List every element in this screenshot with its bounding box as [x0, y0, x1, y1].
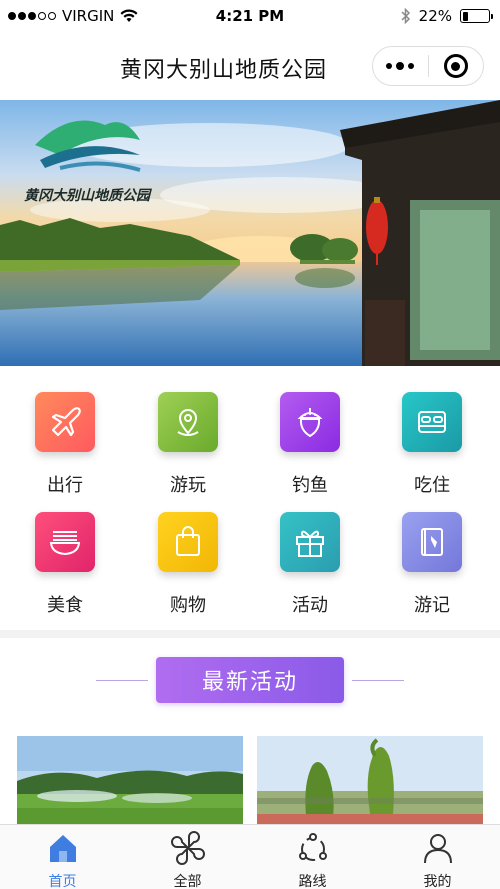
page-title: 黄冈大别山地质公园: [120, 58, 328, 83]
tab-route[interactable]: 路线: [250, 825, 375, 889]
activity-card[interactable]: [17, 736, 243, 824]
grid-item-label: 吃住: [414, 475, 450, 496]
bed-icon: [402, 392, 462, 452]
more-button[interactable]: [373, 47, 428, 85]
latest-activities-button[interactable]: 最新活动: [156, 657, 344, 703]
grid-item-label: 游记: [414, 595, 450, 616]
grid-item-label: 游玩: [170, 475, 206, 496]
category-grid: 出行 游玩 钓鱼 吃住美食 购物 活动 游记: [0, 366, 500, 630]
tab-all-label: 全部: [173, 874, 202, 889]
grid-item[interactable]: 钓鱼: [250, 392, 370, 502]
route-icon: [298, 833, 327, 861]
grid-item[interactable]: 美食: [5, 512, 125, 622]
activity-card[interactable]: [257, 736, 483, 824]
tab-all[interactable]: 全部: [125, 825, 250, 889]
status-bar: VIRGIN 4:21 PM 22%: [0, 0, 500, 32]
battery-percent: 22%: [418, 7, 452, 25]
user-icon: [423, 834, 452, 864]
close-button[interactable]: [428, 47, 483, 85]
grid-item[interactable]: 购物: [128, 512, 248, 622]
latest-activities-section: 最新活动: [0, 638, 500, 728]
grid-item[interactable]: 活动: [250, 512, 370, 622]
bluetooth-icon: [401, 8, 410, 24]
section-line-left: [96, 680, 148, 681]
more-dots-icon: [386, 63, 393, 69]
shopping-bag-icon: [158, 512, 218, 572]
banner-logo-text: 黄冈大别山地质公园: [24, 188, 150, 204]
grid-item-label: 美食: [47, 595, 83, 616]
tab-home-label: 首页: [48, 874, 77, 889]
gift-icon: [280, 512, 340, 572]
grid-item-label: 钓鱼: [292, 475, 328, 496]
activity-image: [257, 736, 483, 824]
noodle-bowl-icon: [35, 512, 95, 572]
battery-level: [462, 11, 468, 21]
home-icon: [49, 835, 76, 862]
tab-home[interactable]: 首页: [0, 825, 125, 889]
grid-petals-icon: [170, 831, 205, 865]
grid-item[interactable]: 出行: [5, 392, 125, 502]
activity-image: [17, 736, 243, 824]
acorn-icon: [280, 392, 340, 452]
banner-image: [0, 100, 500, 366]
map-pin-icon: [158, 392, 218, 452]
section-line-right: [352, 680, 404, 681]
grid-item-label: 购物: [170, 595, 206, 616]
tab-bar: 首页 全部 路线 我的: [0, 824, 500, 889]
activity-list: [0, 728, 500, 824]
grid-item[interactable]: 游玩: [128, 392, 248, 502]
grid-item[interactable]: 吃住: [372, 392, 492, 502]
tab-me[interactable]: 我的: [375, 825, 500, 889]
tab-me-label: 我的: [423, 874, 452, 889]
airplane-icon: [35, 392, 95, 452]
app-screen: VIRGIN 4:21 PM 22% 黄冈大别山地质公园 黄冈大别山地质公园 出…: [0, 0, 500, 889]
status-right: 22%: [401, 7, 493, 25]
notebook-icon: [402, 512, 462, 572]
grid-item[interactable]: 游记: [372, 512, 492, 622]
nav-bar: 黄冈大别山地质公园: [0, 32, 500, 100]
battery-icon: [460, 9, 493, 23]
close-target-icon: [443, 54, 468, 78]
grid-item-label: 活动: [292, 595, 328, 616]
tab-route-label: 路线: [298, 874, 327, 889]
miniprogram-capsule: [372, 46, 484, 86]
grid-item-label: 出行: [47, 475, 83, 496]
banner-carousel[interactable]: 黄冈大别山地质公园: [0, 100, 500, 366]
